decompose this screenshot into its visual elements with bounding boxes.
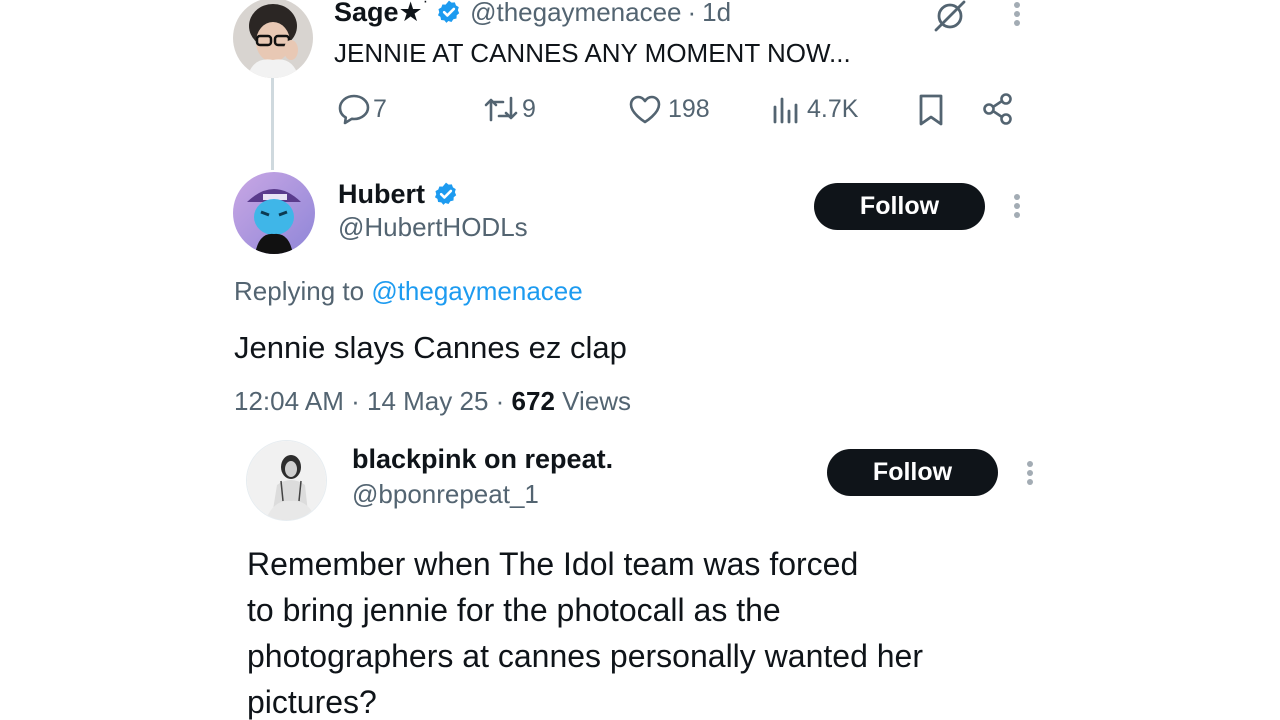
quote-text-line: Remember when The Idol team was forced [247, 546, 859, 582]
quote-text-line: pictures? [247, 684, 377, 720]
like-count: 198 [668, 94, 710, 123]
tweet2-date[interactable]: 14 May 25 [367, 386, 488, 416]
reply-count: 7 [373, 94, 387, 123]
tweet1-more-icon[interactable] [1013, 2, 1021, 26]
like-icon [629, 95, 661, 124]
views-count: 4.7K [807, 94, 859, 123]
tweet2-author-name[interactable]: Hubert [338, 179, 425, 210]
retweet-action[interactable]: 9 [482, 92, 536, 126]
replying-to: Replying to @thegaymenacee [234, 276, 583, 307]
bookmark-icon[interactable] [917, 93, 945, 127]
tweet2-handle[interactable]: @HubertHODLs [338, 212, 528, 243]
tweet1-header: Sage★ · @thegaymenacee · 1d [334, 0, 731, 30]
tweet2-meta: 12:04 AM · 14 May 25 · 672 Views [234, 386, 631, 417]
quote-text: Remember when The Idol team was forced t… [247, 541, 923, 720]
like-action[interactable]: 198 [628, 92, 710, 126]
grok-icon[interactable] [932, 0, 968, 32]
sage-avatar[interactable] [233, 0, 313, 78]
verified-badge-icon [433, 181, 459, 207]
quote-follow-button[interactable]: Follow [827, 449, 998, 496]
tweet1-separator: · [687, 0, 697, 27]
tweet2-views-label: Views [562, 386, 632, 416]
views-icon [773, 97, 798, 124]
tweet-thread: Sage★ · @thegaymenacee · 1d JENNIE AT CA… [0, 0, 1280, 720]
meta-separator: · [351, 386, 360, 416]
replying-to-handle[interactable]: @thegaymenacee [371, 276, 582, 306]
verified-badge-icon [436, 0, 462, 25]
share-icon[interactable] [981, 92, 1015, 126]
views-action[interactable]: 4.7K [771, 92, 858, 126]
replying-to-label: Replying to [234, 276, 365, 306]
tweet1-text: JENNIE AT CANNES ANY MOMENT NOW... [334, 38, 851, 68]
quote-text-line: to bring jennie for the photocall as the [247, 592, 781, 628]
meta-separator: · [495, 386, 505, 416]
tweet1-handle[interactable]: @thegaymenacee [470, 0, 681, 28]
thread-line [271, 78, 274, 170]
tweet2-text: Jennie slays Cannes ez clap [234, 330, 627, 365]
follow-button[interactable]: Follow [814, 183, 985, 230]
tweet2-time[interactable]: 12:04 AM [234, 386, 344, 416]
hubert-avatar[interactable] [233, 172, 315, 254]
quote-avatar[interactable] [246, 440, 327, 521]
retweet-icon [484, 96, 518, 122]
quote-author-name[interactable]: blackpink on repeat. [352, 444, 613, 475]
tweet2-author: Hubert [338, 176, 459, 212]
tweet1-name-sup: · [422, 0, 429, 10]
quote-handle[interactable]: @bponrepeat_1 [352, 479, 539, 510]
quote-text-line: photographers at cannes personally wante… [247, 638, 923, 674]
tweet1-author-name[interactable]: Sage★ [334, 0, 423, 28]
reply-icon [338, 94, 370, 125]
tweet2-more-icon[interactable] [1013, 194, 1021, 218]
tweet1-time[interactable]: 1d [702, 0, 731, 28]
retweet-count: 9 [522, 94, 536, 123]
quote-more-icon[interactable] [1026, 461, 1034, 485]
reply-action[interactable]: 7 [337, 92, 387, 126]
tweet2-views-count: 672 [511, 386, 555, 416]
